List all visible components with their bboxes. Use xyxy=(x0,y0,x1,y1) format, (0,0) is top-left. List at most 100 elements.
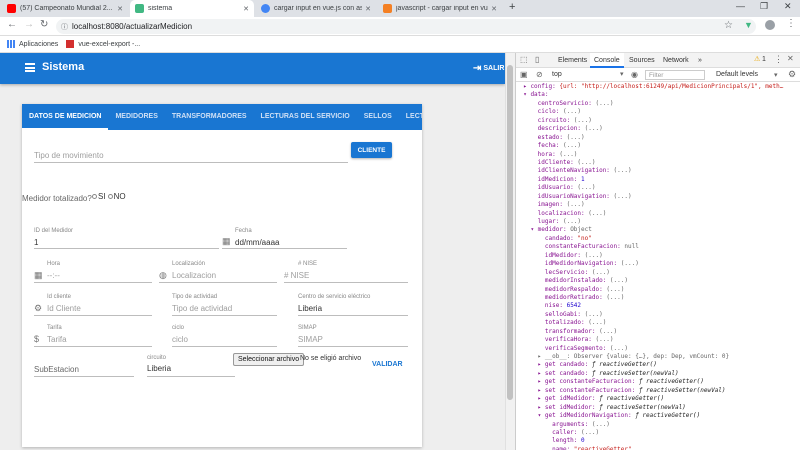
console-line[interactable]: ▸ get idMedidor: ƒ reactiveGetter() xyxy=(516,395,800,403)
id-cliente-input[interactable]: Id Cliente xyxy=(47,304,81,313)
menu-icon[interactable] xyxy=(25,63,35,72)
nise-input[interactable]: # NISE xyxy=(284,271,309,280)
tab-lecturas-servicio[interactable]: LECTURAS DEL SERVICIO xyxy=(254,104,357,130)
logout-button[interactable]: ⇥ SALIR xyxy=(473,63,504,74)
close-tab-icon[interactable]: ✕ xyxy=(491,5,497,13)
devtools-menu-icon[interactable]: ⋮ xyxy=(774,54,783,65)
console-line[interactable]: ▸ set candado: ƒ reactiveSetter(newVal) xyxy=(516,370,800,378)
console-line[interactable]: circuito: (...) xyxy=(516,117,800,125)
console-line[interactable]: nise: 6542 xyxy=(516,302,800,310)
console-line[interactable]: idMedidor: (...) xyxy=(516,252,800,260)
console-line[interactable]: lugar: (...) xyxy=(516,218,800,226)
back-icon[interactable]: ← xyxy=(7,19,17,30)
console-line[interactable]: totalizado: (...) xyxy=(516,319,800,327)
calendar-icon[interactable]: ▦ xyxy=(222,236,231,247)
console-line[interactable]: centroServicio: (...) xyxy=(516,100,800,108)
minimize-icon[interactable]: — xyxy=(736,1,745,11)
no-radio[interactable] xyxy=(107,194,113,199)
console-line[interactable]: ▸ config: {url: "http://localhost:61249/… xyxy=(516,83,800,91)
info-icon[interactable]: ⓘ xyxy=(61,22,68,32)
globe-icon[interactable]: ◍ xyxy=(159,270,167,281)
console-line[interactable]: idCliente: (...) xyxy=(516,159,800,167)
tab-lectura-medidor[interactable]: LECTURA MEDIDOR INSTA xyxy=(399,104,422,130)
inspect-icon[interactable]: ⬚ xyxy=(520,55,528,64)
localizacion-input[interactable]: Localizacion xyxy=(172,271,216,280)
centro-servicio-input[interactable]: Liberia xyxy=(298,304,322,313)
simap-input[interactable]: SIMAP xyxy=(298,335,323,344)
close-tab-icon[interactable]: ✕ xyxy=(117,5,123,13)
vue-devtools-extension-icon[interactable]: ▼ xyxy=(744,20,753,30)
log-levels-select[interactable]: Default levels xyxy=(716,71,758,78)
console-line[interactable]: ciclo: (...) xyxy=(516,108,800,116)
console-line[interactable]: constanteFacturacion: null xyxy=(516,243,800,251)
apps-grid-icon[interactable] xyxy=(7,40,15,48)
address-bar[interactable]: ⓘ localhost:8080/actualizarMedicion xyxy=(56,19,756,34)
profile-avatar[interactable] xyxy=(765,20,775,30)
console-filter-input[interactable]: Filter xyxy=(645,70,705,80)
new-tab-button[interactable]: + xyxy=(509,1,515,13)
console-line[interactable]: length: 0 xyxy=(516,437,800,445)
console-settings-icon[interactable]: ⚙ xyxy=(788,69,796,80)
console-line[interactable]: idMedicion: 1 xyxy=(516,176,800,184)
devtools-close-icon[interactable]: ✕ xyxy=(787,54,794,63)
tarifa-input[interactable]: Tarifa xyxy=(47,335,67,344)
devtools-tab-elements[interactable]: Elements xyxy=(554,53,591,68)
console-line[interactable]: localizacion: (...) xyxy=(516,210,800,218)
console-line[interactable]: descripcion: (...) xyxy=(516,125,800,133)
browser-tab-3[interactable]: javascript - cargar input en vue.js... ✕ xyxy=(378,0,502,17)
reload-icon[interactable]: ↻ xyxy=(40,19,48,30)
devtools-more-tabs[interactable]: » xyxy=(694,53,706,68)
choose-file-button[interactable]: Seleccionar archivo xyxy=(233,353,305,366)
devtools-tab-console[interactable]: Console xyxy=(590,53,624,68)
ciclo-input[interactable]: ciclo xyxy=(172,335,188,344)
clock-calendar-icon[interactable]: ▦ xyxy=(34,270,43,281)
console-line[interactable]: fecha: (...) xyxy=(516,142,800,150)
console-line[interactable]: selloGabi: (...) xyxy=(516,311,800,319)
eye-icon[interactable]: ◉ xyxy=(631,70,638,79)
tab-datos-medicion[interactable]: DATOS DE MEDICION xyxy=(22,104,109,130)
devtools-tab-sources[interactable]: Sources xyxy=(625,53,659,68)
console-line[interactable]: ▾ get idMedidorNavigation: ƒ reactiveGet… xyxy=(516,412,800,420)
console-line[interactable]: idClienteNavigation: (...) xyxy=(516,167,800,175)
console-line[interactable]: ▾ data: xyxy=(516,91,800,99)
console-line[interactable]: idMedidorNavigation: (...) xyxy=(516,260,800,268)
console-line[interactable]: arguments: (...) xyxy=(516,421,800,429)
close-tab-icon[interactable]: ✕ xyxy=(243,5,249,13)
console-line[interactable]: lecServicio: (...) xyxy=(516,269,800,277)
console-line[interactable]: ▾ medidor: Object xyxy=(516,226,800,234)
console-line[interactable]: medidorInstalado: (...) xyxy=(516,277,800,285)
console-line[interactable]: transformador: (...) xyxy=(516,328,800,336)
circuito-input[interactable]: Liberia xyxy=(147,364,171,373)
id-medidor-input[interactable]: 1 xyxy=(34,238,38,247)
fecha-input[interactable]: dd/mm/aaaa xyxy=(235,238,279,247)
console-line[interactable]: idUsuarioNavigation: (...) xyxy=(516,193,800,201)
console-line[interactable]: ▸ __ob__: Observer {value: {…}, dep: Dep… xyxy=(516,353,800,361)
console-line[interactable]: hora: (...) xyxy=(516,151,800,159)
console-line[interactable]: candado: "no" xyxy=(516,235,800,243)
si-radio[interactable] xyxy=(92,194,97,199)
maximize-icon[interactable]: ❐ xyxy=(760,1,768,12)
close-window-icon[interactable]: ✕ xyxy=(784,1,792,12)
validar-button[interactable]: VALIDAR xyxy=(372,361,403,368)
cliente-button[interactable]: CLIENTE xyxy=(351,142,392,158)
gear-icon[interactable]: ⚙ xyxy=(34,303,42,314)
console-line[interactable]: medidorRetirado: (...) xyxy=(516,294,800,302)
console-line[interactable]: caller: (...) xyxy=(516,429,800,437)
forward-icon[interactable]: → xyxy=(24,19,34,30)
bookmark-star-icon[interactable]: ☆ xyxy=(724,20,733,31)
dollar-icon[interactable]: $ xyxy=(34,334,39,344)
tab-transformadores[interactable]: TRANSFORMADORES xyxy=(165,104,254,130)
console-line[interactable]: verificaSegmento: (...) xyxy=(516,345,800,353)
bookmark-vue-excel-export[interactable]: vue-excel-export -... xyxy=(78,41,140,48)
console-line[interactable]: ▸ get candado: ƒ reactiveGetter() xyxy=(516,361,800,369)
console-line[interactable]: estado: (...) xyxy=(516,134,800,142)
console-line[interactable]: ▸ set idMedidor: ƒ reactiveSetter(newVal… xyxy=(516,404,800,412)
tab-medidores[interactable]: MEDIDORES xyxy=(108,104,164,130)
browser-tab-0[interactable]: (57) Campeonato Mundial 2... ✕ xyxy=(2,0,128,17)
tab-sellos[interactable]: SELLOS xyxy=(357,104,399,130)
context-dropdown-icon[interactable]: ▾ xyxy=(620,70,624,78)
browser-menu-icon[interactable]: ⋮ xyxy=(786,18,796,29)
console-line[interactable]: medidorRespaldo: (...) xyxy=(516,286,800,294)
device-toggle-icon[interactable]: ▯ xyxy=(535,55,539,64)
console-line[interactable]: verificaHora: (...) xyxy=(516,336,800,344)
